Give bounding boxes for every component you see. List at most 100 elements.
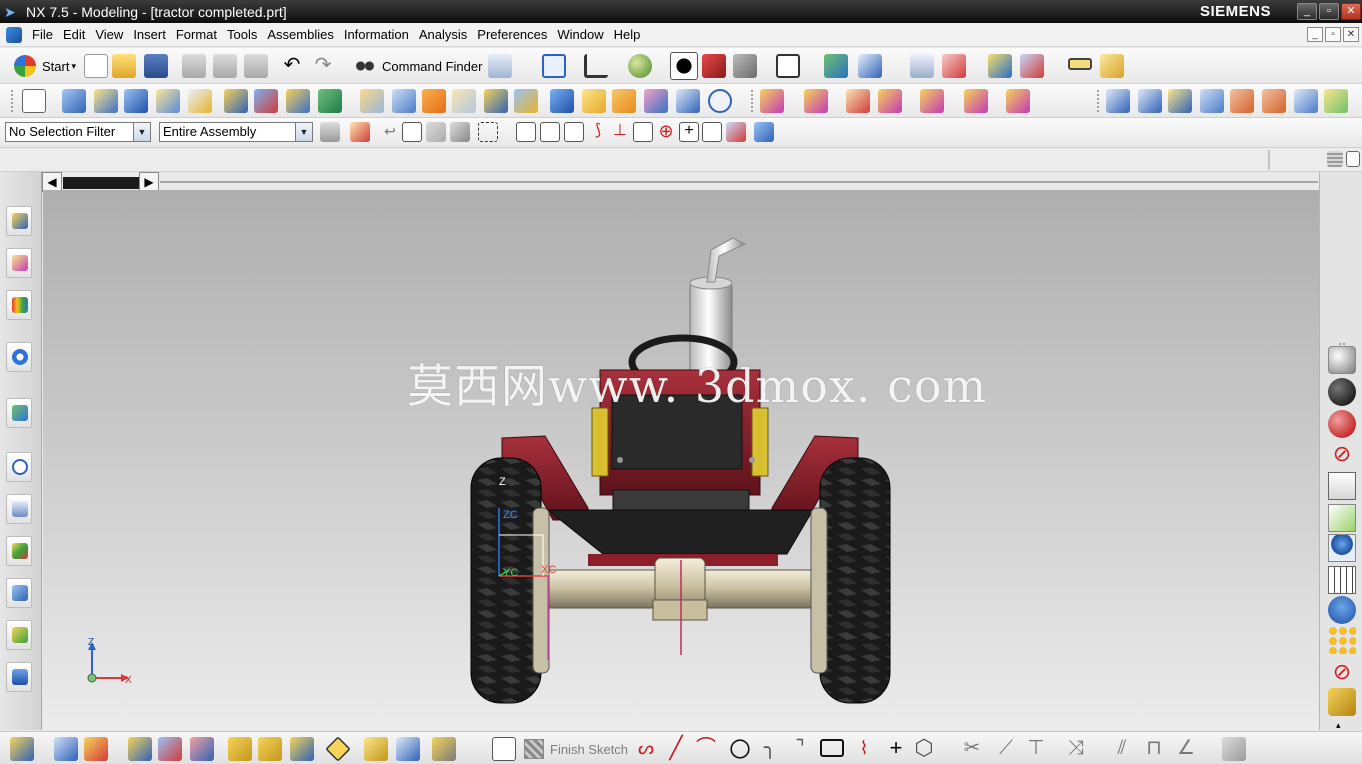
pattern-icon[interactable] <box>318 89 342 113</box>
reset-filter-icon[interactable] <box>320 122 340 142</box>
block-icon[interactable] <box>124 89 148 113</box>
doc-minimize-button[interactable]: _ <box>1307 27 1323 42</box>
sync-resize-blend-icon[interactable] <box>964 89 988 113</box>
history-tab[interactable] <box>6 452 32 482</box>
quick-extend-icon[interactable]: ⟋ <box>994 737 1018 761</box>
mirror-feature-icon[interactable] <box>644 89 668 113</box>
remember-constraints-icon[interactable] <box>290 737 314 761</box>
finish-sketch-button[interactable]: Finish Sketch <box>524 739 628 759</box>
system-materials-tab[interactable] <box>6 494 32 524</box>
surface-through-curves-icon[interactable] <box>1106 89 1130 113</box>
select-feature-icon[interactable] <box>402 122 422 142</box>
surface-sew-icon[interactable] <box>1324 89 1348 113</box>
wcs-icon[interactable] <box>584 54 608 78</box>
toolbar-options-icon[interactable] <box>1327 151 1343 167</box>
trim-body-icon[interactable] <box>514 89 538 113</box>
minimize-window-button[interactable]: _ <box>1297 3 1317 20</box>
system-scenes-tab[interactable] <box>6 662 32 692</box>
arc-icon[interactable]: ⌒ <box>694 737 718 761</box>
menu-format[interactable]: Format <box>176 27 217 42</box>
sync-delete-face-icon[interactable] <box>846 89 870 113</box>
reuse-library-tab[interactable] <box>6 398 32 428</box>
grid-icon[interactable] <box>1328 566 1356 594</box>
shaded-sphere-icon[interactable] <box>628 54 652 78</box>
new-component-icon[interactable] <box>54 737 78 761</box>
studio-spline-icon[interactable]: ⬡ <box>912 737 936 761</box>
disable-material-icon[interactable]: ⊘ <box>1328 440 1356 468</box>
surface-extend-icon[interactable] <box>1262 89 1286 113</box>
new-file-icon[interactable] <box>84 54 108 78</box>
measure-angle-icon[interactable] <box>1100 54 1124 78</box>
scroll-right-button[interactable]: ▶ <box>139 172 159 192</box>
measure-distance-icon[interactable] <box>1068 58 1092 70</box>
menu-insert[interactable]: Insert <box>133 27 166 42</box>
command-finder-button[interactable]: Command Finder <box>348 54 482 78</box>
snap-point-icon[interactable] <box>942 54 966 78</box>
add-component-icon[interactable] <box>10 737 34 761</box>
assembly-navigator-toggle-icon[interactable] <box>396 737 420 761</box>
open-folder-icon[interactable] <box>112 54 136 78</box>
extrude-icon[interactable] <box>62 89 86 113</box>
snap-bounded-grid-icon[interactable] <box>754 122 774 142</box>
toolbar-grip[interactable] <box>750 89 754 113</box>
app-menu-icon[interactable] <box>6 26 22 43</box>
studio-render-icon[interactable] <box>1328 346 1356 374</box>
tab-track[interactable] <box>63 177 139 189</box>
scene-lights-icon[interactable] <box>1328 596 1356 624</box>
pattern-curve-icon[interactable]: ⫽ <box>1110 737 1134 761</box>
surface-trim-icon[interactable] <box>1230 89 1254 113</box>
revolve-icon[interactable] <box>94 89 118 113</box>
surface-mesh-icon[interactable] <box>1138 89 1162 113</box>
maximize-window-button[interactable]: ▫ <box>1319 3 1339 20</box>
boss-icon[interactable] <box>224 89 248 113</box>
wave-geometry-linker-icon[interactable] <box>364 737 388 761</box>
thread-icon[interactable] <box>612 89 636 113</box>
datum-icon[interactable] <box>286 89 310 113</box>
snap-point-on-surface-icon[interactable] <box>726 122 746 142</box>
menu-file[interactable]: File <box>32 27 53 42</box>
menu-information[interactable]: Information <box>344 27 409 42</box>
general-selection-icon[interactable] <box>350 122 370 142</box>
constraints-icon[interactable] <box>1222 737 1246 761</box>
doc-restore-button[interactable]: ▫ <box>1325 27 1341 42</box>
rectangle-select-icon[interactable] <box>478 122 498 142</box>
draft-icon[interactable] <box>582 89 606 113</box>
unite-icon[interactable] <box>360 89 384 113</box>
constraint-navigator-tab[interactable] <box>6 248 32 278</box>
snap-quadrant-icon[interactable]: ⊕ <box>656 122 676 142</box>
show-hide-constraints-icon[interactable] <box>258 737 282 761</box>
menu-assemblies[interactable]: Assemblies <box>267 27 333 42</box>
background-icon[interactable] <box>776 54 800 78</box>
undo-selection-icon[interactable]: ↩ <box>380 122 400 142</box>
polygon-icon[interactable]: ⌇ <box>852 737 876 761</box>
toolbar-grip[interactable] <box>10 89 14 113</box>
lights-icon[interactable] <box>1328 534 1356 562</box>
layer-settings-icon[interactable] <box>910 54 934 78</box>
sketch-task-icon[interactable] <box>492 737 516 761</box>
part-navigator-tab[interactable] <box>6 290 32 320</box>
save-icon[interactable] <box>144 54 168 78</box>
graphics-window[interactable]: Z ZC YC XC Z X <box>43 190 1319 730</box>
cut-icon[interactable] <box>182 54 206 78</box>
pocket-icon[interactable] <box>254 89 278 113</box>
quick-trim-icon[interactable]: ✂ <box>960 737 984 761</box>
start-button[interactable]: Start ▾ <box>8 54 76 78</box>
create-component-icon[interactable] <box>84 737 108 761</box>
selection-filter-dropdown[interactable]: No Selection Filter ▼ <box>5 122 151 142</box>
move-component-icon[interactable] <box>190 737 214 761</box>
menu-analysis[interactable]: Analysis <box>419 27 467 42</box>
mirror-curve-icon[interactable]: ⊓ <box>1142 737 1166 761</box>
thicken-icon[interactable] <box>484 89 508 113</box>
edit-materials-icon[interactable] <box>1328 504 1356 532</box>
menu-tools[interactable]: Tools <box>227 27 257 42</box>
close-window-button[interactable]: ✕ <box>1341 3 1361 20</box>
snap-midpoint-icon[interactable] <box>540 122 560 142</box>
sync-pull-face-icon[interactable] <box>804 89 828 113</box>
internet-explorer-tab[interactable] <box>6 342 32 372</box>
offset-curve-icon[interactable]: ⤨ <box>1064 737 1088 761</box>
copy-icon[interactable] <box>213 54 237 78</box>
doc-close-button[interactable]: ✕ <box>1343 27 1359 42</box>
move-object-icon[interactable] <box>1020 54 1044 78</box>
menu-edit[interactable]: Edit <box>63 27 85 42</box>
sphere-icon[interactable] <box>708 89 732 113</box>
